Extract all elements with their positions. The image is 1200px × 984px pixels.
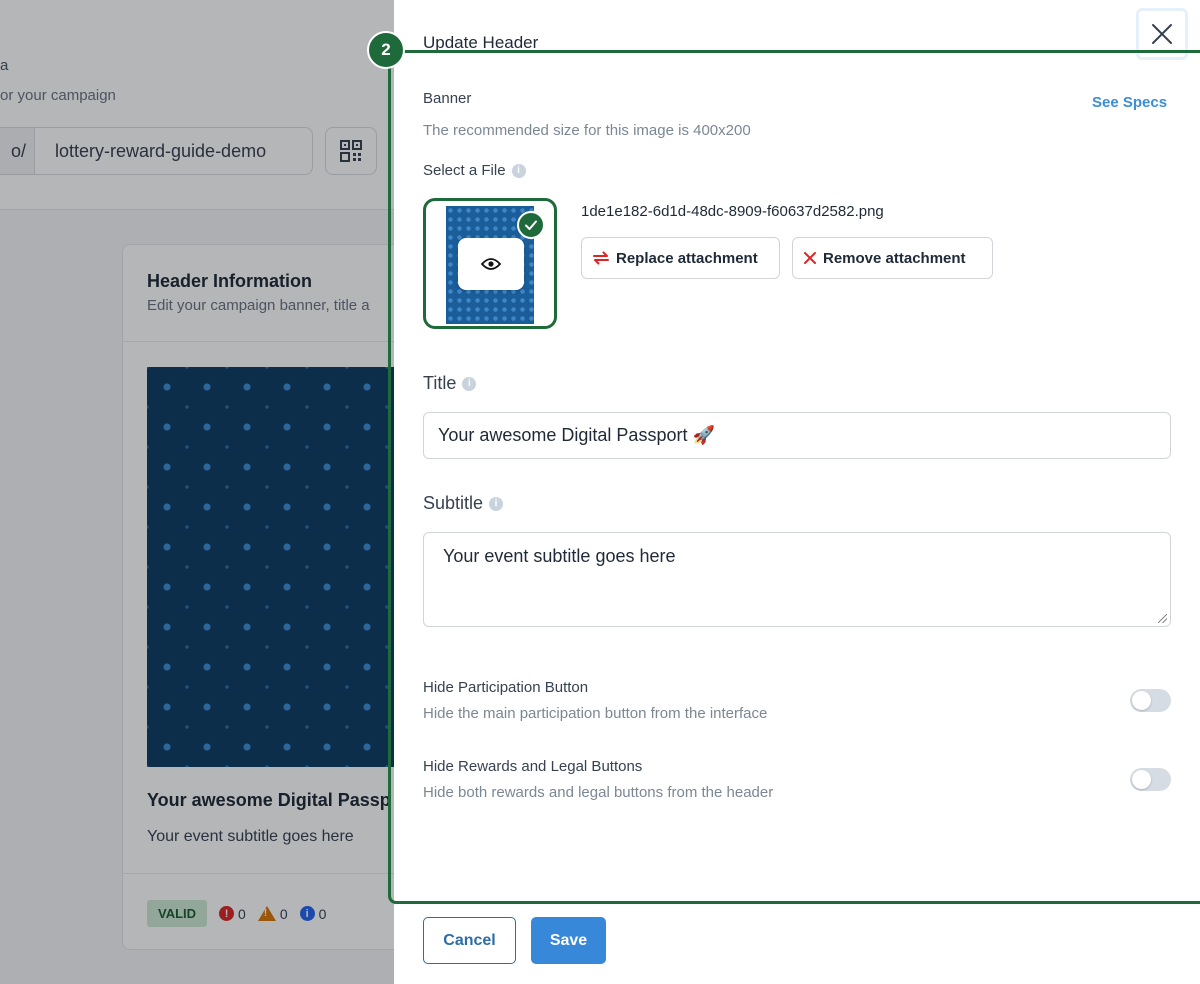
hide-rewards-label: Hide Rewards and Legal Buttons — [423, 758, 643, 775]
banner-thumbnail[interactable] — [423, 198, 557, 329]
subtitle-textarea[interactable]: Your event subtitle goes here — [423, 532, 1171, 627]
tutorial-step-badge: 2 — [367, 31, 405, 69]
subtitle-label-text: Subtitle — [423, 493, 484, 513]
title-label: Title i — [423, 373, 477, 394]
subtitle-textarea-value: Your event subtitle goes here — [443, 546, 676, 566]
remove-attachment-button[interactable]: Remove attachment — [792, 237, 993, 279]
cancel-button[interactable]: Cancel — [423, 917, 516, 964]
replace-attachment-label: Replace attachment — [616, 249, 758, 267]
banner-size-hint: The recommended size for this image is 4… — [423, 122, 751, 139]
hide-participation-toggle[interactable] — [1130, 689, 1171, 712]
banner-label: Banner — [423, 90, 472, 107]
remove-attachment-label: Remove attachment — [823, 249, 966, 267]
hide-rewards-toggle[interactable] — [1130, 768, 1171, 791]
resize-handle-icon[interactable] — [1158, 614, 1167, 623]
remove-icon — [804, 252, 816, 264]
title-label-text: Title — [423, 373, 457, 393]
title-input[interactable]: Your awesome Digital Passport 🚀 — [423, 412, 1171, 459]
close-icon — [1152, 24, 1172, 44]
close-button[interactable] — [1136, 8, 1188, 60]
toggle-knob — [1132, 691, 1151, 710]
toggle-knob — [1132, 770, 1151, 789]
select-file-label: Select a File i — [423, 162, 526, 179]
replace-attachment-button[interactable]: Replace attachment — [581, 237, 780, 279]
hide-rewards-description: Hide both rewards and legal buttons from… — [423, 784, 774, 801]
select-file-label-text: Select a File — [423, 162, 506, 179]
upload-success-badge — [517, 211, 545, 239]
info-icon[interactable]: i — [462, 376, 477, 391]
file-name: 1de1e182-6d1d-48dc-8909-f60637d2582.png — [581, 203, 884, 220]
save-button[interactable]: Save — [531, 917, 606, 964]
info-icon[interactable]: i — [511, 163, 526, 178]
check-icon — [525, 220, 537, 230]
hide-participation-label: Hide Participation Button — [423, 679, 589, 696]
info-icon[interactable]: i — [489, 496, 504, 511]
subtitle-label: Subtitle i — [423, 493, 504, 514]
hide-participation-description: Hide the main participation button from … — [423, 705, 768, 722]
see-specs-link[interactable]: See Specs — [1092, 94, 1167, 111]
drawer-title: Update Header — [423, 33, 539, 52]
update-header-drawer: Update Header 2 Banner See Specs The rec… — [367, 0, 1200, 984]
preview-button[interactable] — [458, 238, 524, 290]
eye-icon — [481, 258, 501, 270]
replace-icon — [593, 251, 609, 265]
